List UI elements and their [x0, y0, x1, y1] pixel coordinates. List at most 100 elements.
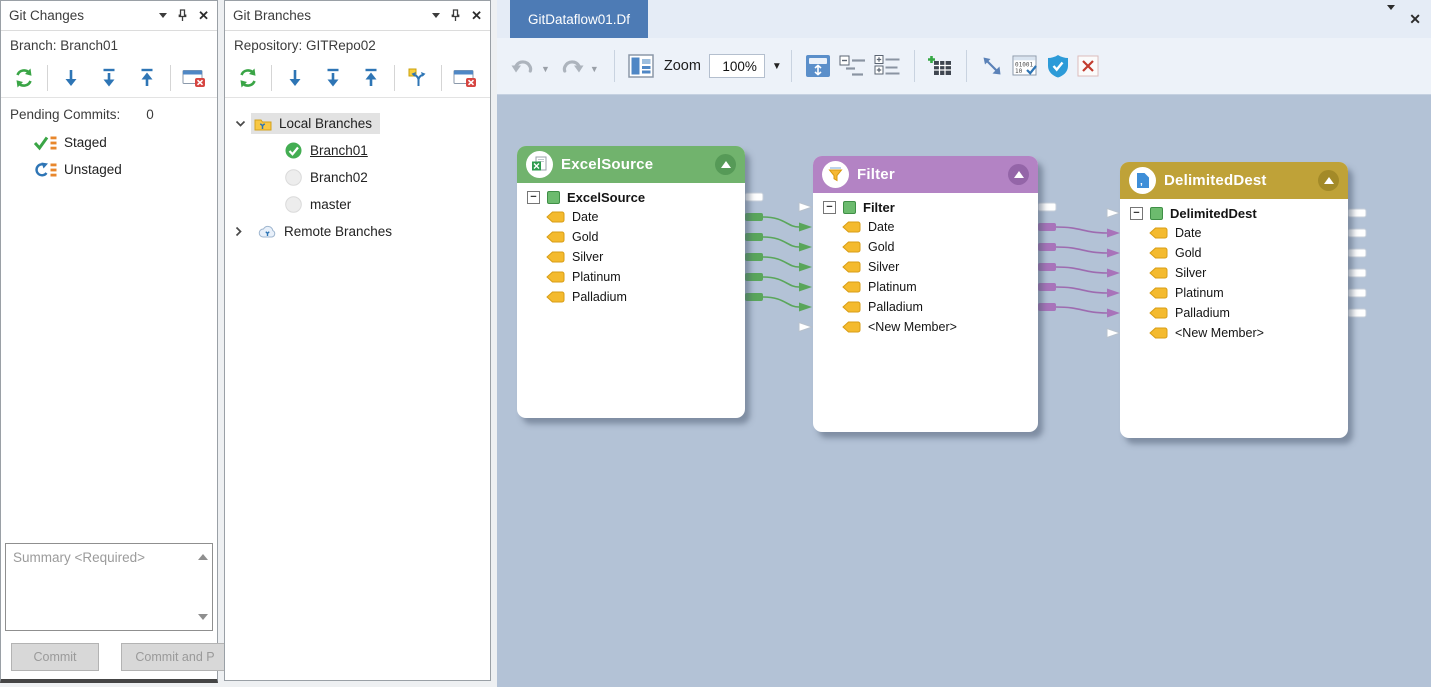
- refresh-icon[interactable]: [7, 62, 41, 94]
- branch-icon[interactable]: [401, 62, 435, 94]
- unstaged-tree-item[interactable]: Unstaged: [33, 156, 217, 183]
- column-row[interactable]: Silver: [823, 257, 1032, 277]
- column-tag-icon: [1149, 227, 1168, 239]
- scroll-down-icon[interactable]: [197, 614, 209, 624]
- column-tag-icon: [842, 221, 861, 233]
- local-branches-node[interactable]: Local Branches: [225, 110, 490, 137]
- commit-and-push-button[interactable]: Commit and P: [121, 643, 229, 671]
- tab-list-chevron-icon[interactable]: [1387, 10, 1395, 28]
- validate-shield-icon[interactable]: [1043, 48, 1073, 84]
- column-row[interactable]: Silver: [527, 247, 739, 267]
- commit-button[interactable]: Commit: [11, 643, 99, 671]
- node-filter[interactable]: Filter − Filter Date Gold Silver Platinu…: [813, 156, 1038, 432]
- collapse-box-icon[interactable]: −: [527, 191, 540, 204]
- branch-item-branch02[interactable]: Branch02: [225, 164, 490, 191]
- column-row[interactable]: Platinum: [823, 277, 1032, 297]
- column-tag-icon: [1149, 307, 1168, 319]
- close-tab-icon[interactable]: ✕: [1409, 12, 1421, 26]
- column-row[interactable]: <New Member>: [823, 317, 1032, 337]
- undo-icon[interactable]: [507, 48, 539, 84]
- column-row[interactable]: Platinum: [1130, 283, 1342, 303]
- chevron-down-icon[interactable]: [159, 13, 167, 18]
- column-row[interactable]: <New Member>: [1130, 323, 1342, 343]
- add-column-icon[interactable]: [924, 48, 957, 84]
- redo-dropdown-icon[interactable]: ▼: [590, 64, 599, 74]
- summary-input[interactable]: [6, 544, 212, 630]
- zoom-select[interactable]: 100%: [709, 54, 765, 78]
- close-icon[interactable]: ✕: [198, 9, 209, 22]
- collapse-node-icon[interactable]: [1008, 164, 1029, 185]
- svg-text:10: 10: [1015, 68, 1023, 75]
- chevron-right-icon[interactable]: [235, 226, 251, 237]
- scroll-up-icon[interactable]: [197, 550, 209, 560]
- column-row[interactable]: Palladium: [527, 287, 739, 307]
- column-row[interactable]: Date: [527, 207, 739, 227]
- column-row[interactable]: Date: [823, 217, 1032, 237]
- column-row[interactable]: Date: [1130, 223, 1342, 243]
- pin-icon[interactable]: [451, 9, 460, 22]
- node-header[interactable]: ExcelSource: [517, 146, 745, 183]
- tab-gitdataflow01[interactable]: GitDataflow01.Df: [510, 0, 648, 38]
- pin-icon[interactable]: [178, 9, 187, 22]
- column-tag-icon: [1149, 267, 1168, 279]
- push-icon[interactable]: [130, 62, 164, 94]
- node-header[interactable]: Filter: [813, 156, 1038, 193]
- staged-tree-item[interactable]: Staged: [33, 129, 217, 156]
- collapse-node-icon[interactable]: [715, 154, 736, 175]
- layout-icon[interactable]: [624, 48, 658, 84]
- fetch-icon[interactable]: [316, 62, 350, 94]
- column-row[interactable]: Gold: [823, 237, 1032, 257]
- column-tag-icon: [842, 321, 861, 333]
- collapse-box-icon[interactable]: −: [823, 201, 836, 214]
- branch-item-branch01[interactable]: Branch01: [225, 137, 490, 164]
- expand-all-icon[interactable]: [870, 48, 905, 84]
- zoom-label: Zoom: [664, 58, 701, 74]
- changes-tree: Staged Unstaged: [1, 125, 217, 183]
- undo-pending-changes-icon[interactable]: [448, 62, 482, 94]
- branch-item-master[interactable]: master: [225, 191, 490, 218]
- commit-button-row: Commit Commit and P: [1, 643, 217, 671]
- column-row[interactable]: Gold: [527, 227, 739, 247]
- collapse-node-icon[interactable]: [1318, 170, 1339, 191]
- column-row[interactable]: Gold: [1130, 243, 1342, 263]
- autosize-icon[interactable]: [801, 48, 835, 84]
- undo-dropdown-icon[interactable]: ▼: [541, 64, 550, 74]
- node-delimiteddest[interactable]: , DelimitedDest − DelimitedDest Date Gol…: [1120, 162, 1348, 438]
- undo-pending-changes-icon[interactable]: [177, 62, 211, 94]
- zoom-dropdown-icon[interactable]: ▼: [772, 61, 782, 72]
- design-surface[interactable]: ExcelSource − ExcelSource Date Gold Silv…: [497, 95, 1431, 687]
- delete-icon[interactable]: [1073, 48, 1103, 84]
- svg-text:,: ,: [1140, 177, 1143, 188]
- git-branches-toolbar: [225, 58, 490, 98]
- repository-label: Repository: GITRepo02: [225, 31, 490, 58]
- push-icon[interactable]: [354, 62, 388, 94]
- pull-icon[interactable]: [278, 62, 312, 94]
- close-icon[interactable]: ✕: [471, 9, 482, 22]
- redo-icon[interactable]: [556, 48, 588, 84]
- node-title: ExcelSource: [561, 156, 707, 173]
- collapse-all-icon[interactable]: [835, 48, 870, 84]
- chevron-down-icon[interactable]: [432, 13, 440, 18]
- node-excelsource[interactable]: ExcelSource − ExcelSource Date Gold Silv…: [517, 146, 745, 418]
- refresh-icon[interactable]: [231, 62, 265, 94]
- column-tag-icon: [842, 241, 861, 253]
- staged-icon: [33, 135, 57, 151]
- column-tag-icon: [546, 211, 565, 223]
- component-row[interactable]: − ExcelSource: [527, 187, 739, 207]
- fetch-icon[interactable]: [92, 62, 126, 94]
- data-viewer-icon[interactable]: 0100110: [1008, 48, 1043, 84]
- component-row[interactable]: − Filter: [823, 197, 1032, 217]
- collapse-box-icon[interactable]: −: [1130, 207, 1143, 220]
- component-row[interactable]: − DelimitedDest: [1130, 203, 1342, 223]
- column-row[interactable]: Palladium: [1130, 303, 1342, 323]
- git-changes-panel: Git Changes ✕ Branch: Branch01 Pending C…: [0, 0, 218, 683]
- node-header[interactable]: , DelimitedDest: [1120, 162, 1348, 199]
- column-row[interactable]: Palladium: [823, 297, 1032, 317]
- column-row[interactable]: Platinum: [527, 267, 739, 287]
- chevron-down-icon[interactable]: [235, 120, 251, 128]
- column-tag-icon: [842, 301, 861, 313]
- connector-icon[interactable]: [976, 48, 1008, 84]
- column-row[interactable]: Silver: [1130, 263, 1342, 283]
- pull-icon[interactable]: [54, 62, 88, 94]
- remote-branches-node[interactable]: Remote Branches: [225, 218, 490, 245]
